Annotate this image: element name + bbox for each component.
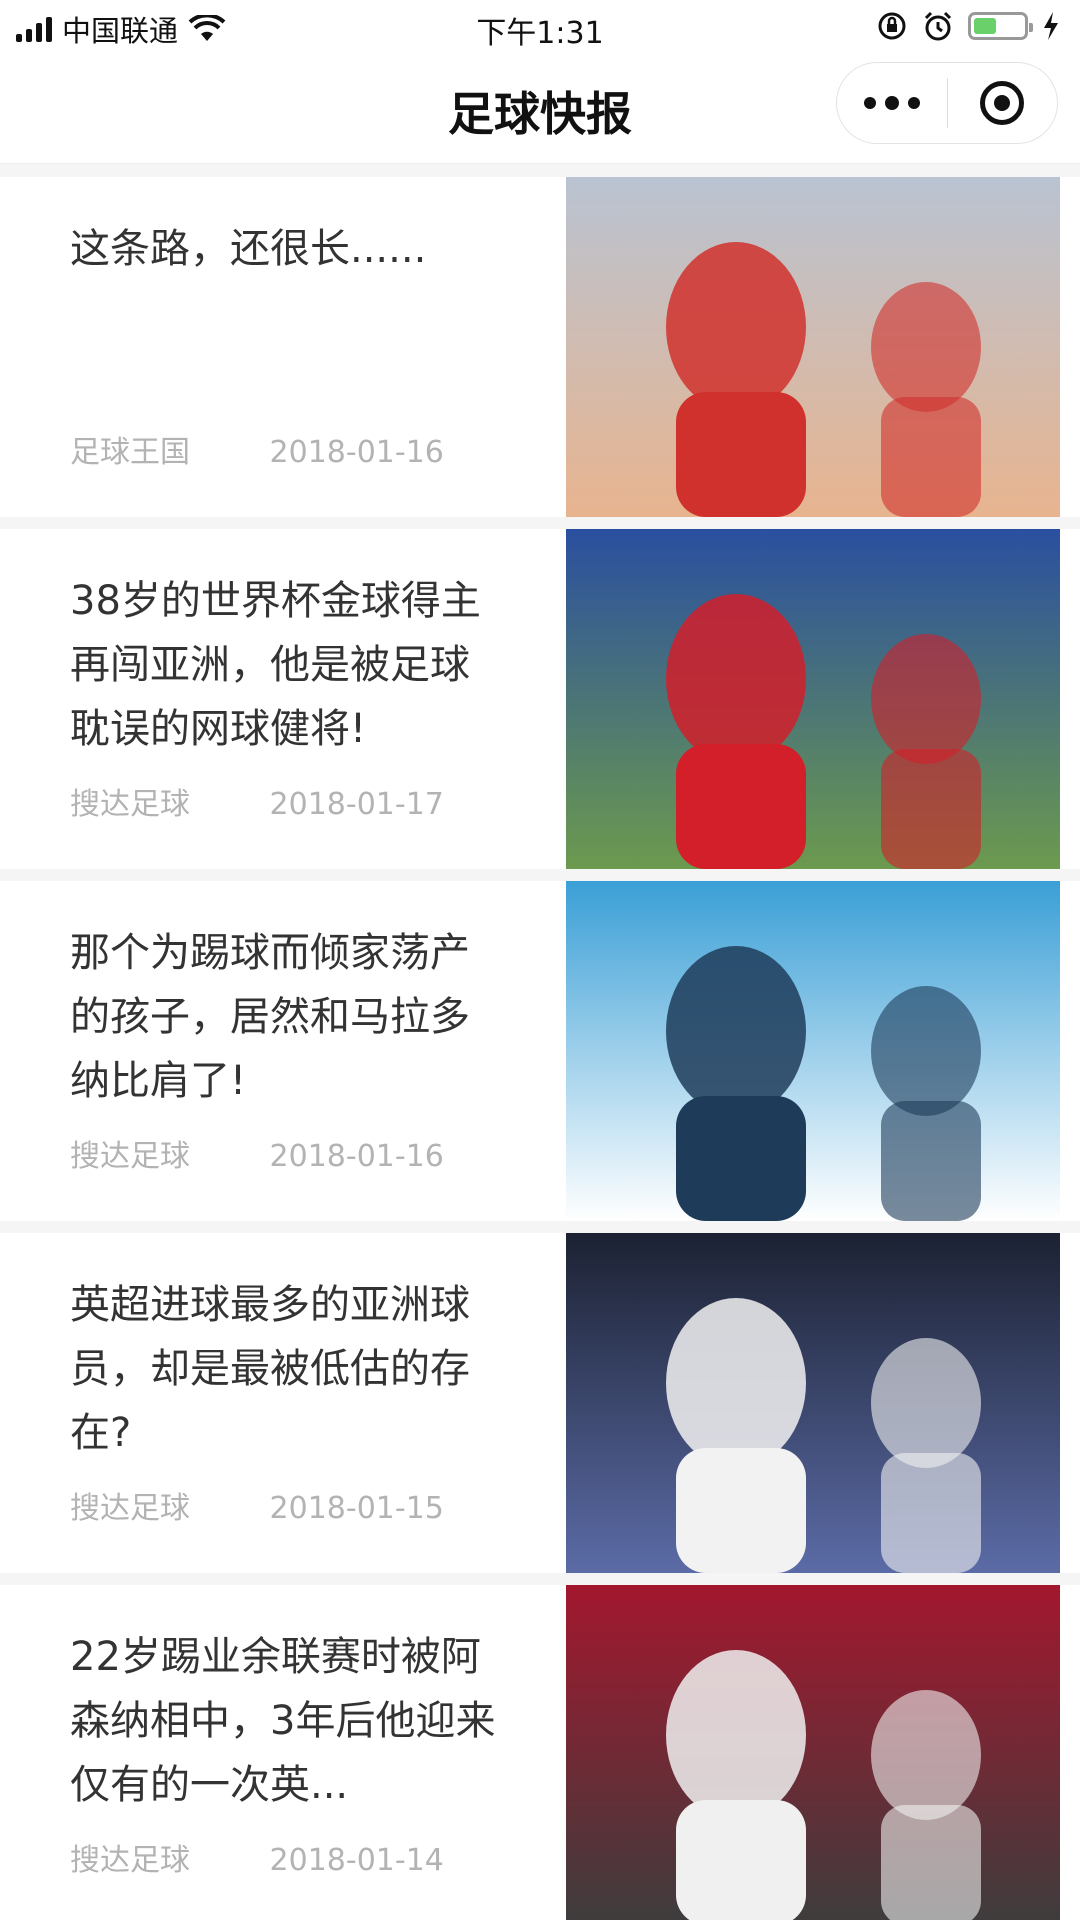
article-date: 2018-01-16 (269, 435, 444, 470)
article-title: 这条路，还很长...... (70, 226, 427, 272)
article-text: 英超进球最多的亚洲球员，却是最被低估的存在? 搜达足球 2018-01-15 (70, 1233, 500, 1573)
article-title: 英超进球最多的亚洲球员，却是最被低估的存在? (70, 1282, 470, 1456)
close-mini-program-button[interactable] (948, 63, 1058, 143)
mini-program-capsule (836, 62, 1058, 144)
article-source: 足球王国 (70, 435, 190, 470)
article-text: 那个为踢球而倾家荡产的孩子，居然和马拉多纳比肩了! 搜达足球 2018-01-1… (70, 881, 500, 1221)
player-white-kit-night-photo (566, 1233, 1060, 1573)
article-meta: 搜达足球 2018-01-17 (70, 779, 444, 823)
article-text: 38岁的世界杯金球得主再闯亚洲，他是被足球耽误的网球健将! 搜达足球 2018-… (70, 529, 500, 869)
article-source: 搜达足球 (70, 1843, 190, 1878)
more-dot-icon (863, 97, 876, 109)
article-card[interactable]: 22岁踢业余联赛时被阿森纳相中，3年后他迎来仅有的一次英... 搜达足球 201… (0, 1585, 1080, 1920)
article-card[interactable]: 38岁的世界杯金球得主再闯亚洲，他是被足球耽误的网球健将! 搜达足球 2018-… (0, 529, 1080, 869)
alarm-icon (924, 11, 952, 41)
article-card[interactable]: 那个为踢球而倾家荡产的孩子，居然和马拉多纳比肩了! 搜达足球 2018-01-1… (0, 881, 1080, 1221)
app-screen: 中国联通 下午1:31 足球快报 这条路，还很长...... 足球王国 2018… (0, 0, 1080, 1920)
article-title: 22岁踢业余联赛时被阿森纳相中，3年后他迎来仅有的一次英... (70, 1634, 496, 1808)
article-title: 38岁的世界杯金球得主再闯亚洲，他是被足球耽误的网球健将! (70, 578, 481, 752)
article-feed: 这条路，还很长...... 足球王国 2018-01-16 38岁的世界杯金球得… (0, 177, 1080, 1920)
more-dot-icon (907, 97, 920, 109)
target-icon (980, 81, 1025, 125)
photo-placeholder (566, 1585, 1060, 1920)
photo-placeholder (566, 881, 1060, 1221)
article-meta: 搜达足球 2018-01-14 (70, 1835, 444, 1879)
photo-placeholder (566, 529, 1060, 869)
more-menu-button[interactable] (837, 63, 947, 143)
article-source: 搜达足球 (70, 1139, 190, 1174)
charging-icon (1044, 12, 1058, 40)
article-meta: 搜达足球 2018-01-16 (70, 1131, 444, 1175)
article-title: 那个为踢球而倾家荡产的孩子，居然和马拉多纳比肩了! (70, 930, 470, 1104)
article-meta: 足球王国 2018-01-16 (70, 427, 444, 471)
players-red-kit-huddle-photo (566, 1585, 1060, 1920)
article-date: 2018-01-16 (269, 1139, 444, 1174)
battery-level-fill (974, 18, 996, 34)
photo-placeholder (566, 177, 1060, 517)
article-text: 这条路，还很长...... 足球王国 2018-01-16 (70, 177, 500, 517)
status-bar: 中国联通 下午1:31 (0, 0, 1080, 54)
article-source: 搜达足球 (70, 1491, 190, 1526)
player-blue-kit-stadium-photo (566, 529, 1060, 869)
article-source: 搜达足球 (70, 787, 190, 822)
photo-placeholder (566, 1233, 1060, 1573)
article-date: 2018-01-17 (269, 787, 444, 822)
player-portrait-red-jersey-photo (566, 177, 1060, 517)
battery-icon (968, 12, 1033, 40)
article-date: 2018-01-15 (269, 1491, 444, 1526)
article-meta: 搜达足球 2018-01-15 (70, 1483, 444, 1527)
more-dot-icon (884, 96, 899, 110)
status-right (876, 10, 1060, 42)
navigation-bar: 足球快报 (0, 54, 1080, 164)
orientation-lock-icon (878, 12, 906, 40)
napoli-players-celebrating-photo (566, 881, 1060, 1221)
article-card[interactable]: 英超进球最多的亚洲球员，却是最被低估的存在? 搜达足球 2018-01-15 (0, 1233, 1080, 1573)
article-date: 2018-01-14 (269, 1843, 444, 1878)
article-text: 22岁踢业余联赛时被阿森纳相中，3年后他迎来仅有的一次英... 搜达足球 201… (70, 1585, 500, 1920)
article-card[interactable]: 这条路，还很长...... 足球王国 2018-01-16 (0, 177, 1080, 517)
